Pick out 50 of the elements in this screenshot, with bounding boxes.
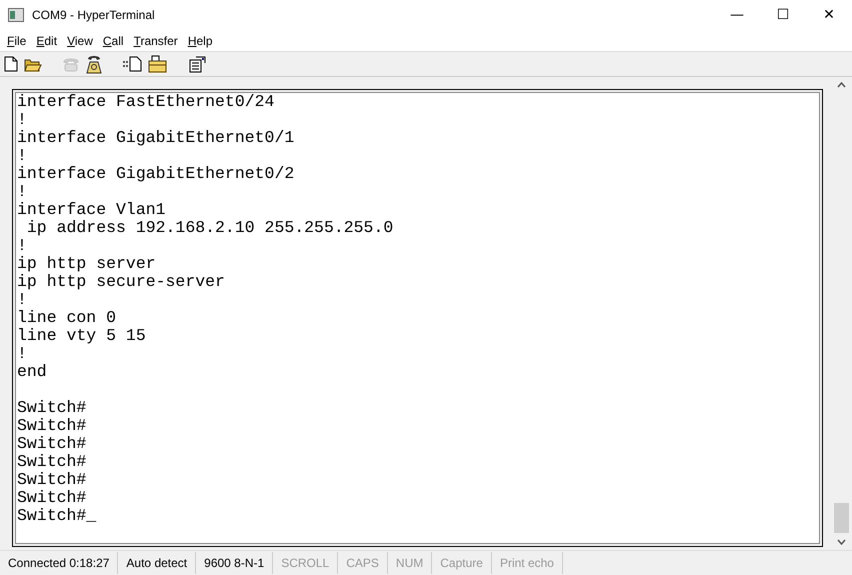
terminal-line: ! [17, 183, 27, 201]
terminal-line: Switch# [17, 417, 86, 435]
terminal-line: ! [17, 111, 27, 129]
properties-icon[interactable] [188, 56, 206, 72]
scrollbar-thumb[interactable] [834, 503, 849, 533]
status-field: NUM [388, 552, 432, 574]
status-field: Auto detect [118, 552, 196, 574]
terminal-line: end [17, 363, 47, 381]
terminal-line: interface GigabitEthernet0/1 [17, 129, 294, 147]
menu-item[interactable]: View [62, 34, 98, 48]
status-field: Connected 0:18:27 [0, 552, 118, 574]
menu-item[interactable]: File [2, 34, 32, 48]
status-field: SCROLL [273, 552, 338, 574]
menu-item[interactable]: Transfer [128, 34, 183, 48]
terminal-line: ip http secure-server [17, 273, 225, 291]
terminal-line: line vty 5 15 [17, 327, 146, 345]
close-button[interactable]: ✕ [806, 0, 852, 30]
terminal-line: ! [17, 147, 27, 165]
terminal-line: interface GigabitEthernet0/2 [17, 165, 294, 183]
terminal-line: ! [17, 237, 27, 255]
terminal-line: interface Vlan1 [17, 201, 166, 219]
status-field: CAPS [338, 552, 388, 574]
terminal-line: Switch# [17, 399, 86, 417]
terminal-line: ip address 192.168.2.10 255.255.255.0 [26, 219, 394, 237]
send-document-icon[interactable] [122, 56, 142, 72]
blank-page-icon[interactable] [4, 56, 18, 72]
terminal-line: Switch# [17, 453, 86, 471]
terminal-line: line con 0 [17, 309, 116, 327]
maximize-button[interactable]: ☐ [760, 0, 806, 30]
menu-item[interactable]: Call [98, 34, 129, 48]
terminal-line: Switch#_ [17, 507, 96, 525]
terminal-line: Switch# [17, 471, 86, 489]
terminal-line: ip http server [17, 255, 156, 273]
menu-item[interactable]: Edit [31, 34, 62, 48]
menu-item[interactable]: Help [182, 34, 218, 48]
terminal-app-icon [8, 8, 24, 22]
terminal-line: Switch# [17, 489, 86, 507]
terminal-line: ! [17, 291, 27, 309]
terminal-line: Switch# [17, 435, 86, 453]
status-field: Print echo [492, 552, 563, 574]
terminal-line: ! [17, 345, 27, 363]
window-title: COM9 - HyperTerminal [32, 8, 156, 22]
receive-folder-icon[interactable] [148, 55, 168, 73]
status-field: Capture [432, 552, 492, 574]
folder-icon[interactable] [24, 56, 42, 72]
terminal-line: interface FastEthernet0/24 [17, 93, 274, 111]
telephone-icon[interactable] [86, 54, 102, 74]
status-field: 9600 8-N-1 [196, 552, 274, 574]
terminal-screen[interactable] [12, 89, 823, 547]
minimize-button[interactable]: — [714, 0, 760, 30]
